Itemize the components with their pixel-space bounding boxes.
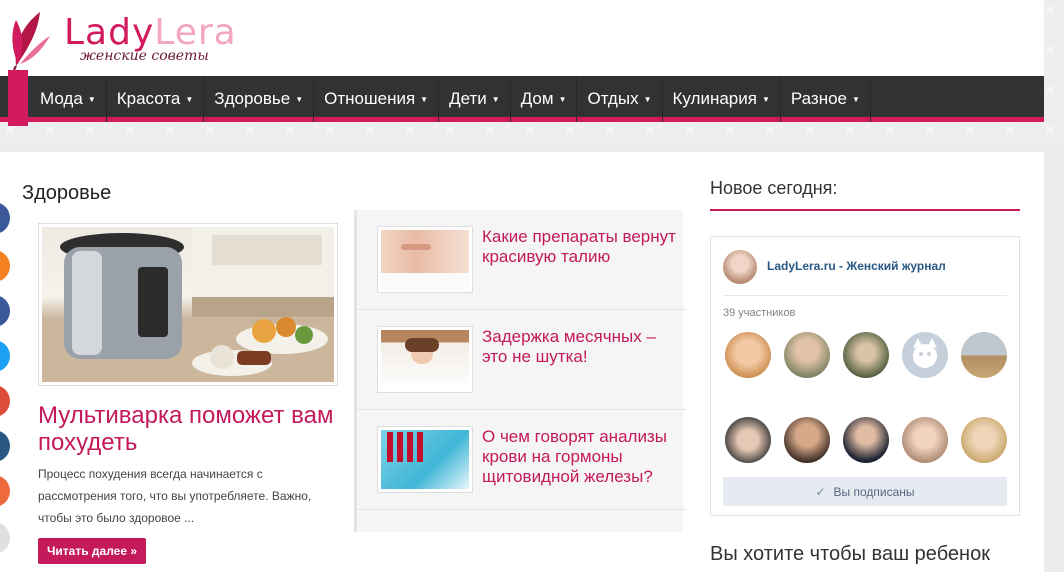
featured-image[interactable] <box>38 223 338 386</box>
nav-item[interactable]: Здоровье ▼ <box>204 76 315 122</box>
chevron-down-icon: ▼ <box>295 94 304 104</box>
featured-excerpt: Процесс похудения всегда начинается с ра… <box>38 467 312 525</box>
nav-item-label: Дети <box>449 89 487 108</box>
nav-item-label: Отношения <box>324 89 416 108</box>
members-count[interactable]: 39 участников <box>723 307 795 319</box>
nav-item-label: Мода <box>40 89 83 108</box>
nav-item[interactable]: Отношения ▼ <box>314 76 440 122</box>
chevron-down-icon: ▼ <box>852 94 860 104</box>
list-item[interactable]: О чем говорят анализы крови на гормоны щ… <box>357 410 686 510</box>
list-item[interactable]: Какие препараты вернут красивую талию <box>357 210 686 310</box>
article-title[interactable]: Какие препараты вернут красивую талию <box>482 227 677 267</box>
nav-item[interactable]: Отдых ▼ <box>577 76 663 122</box>
sidebar-title: Новое сегодня: <box>710 178 838 198</box>
nav-item-label: Кулинария <box>672 89 757 108</box>
read-more-button[interactable]: Читать далее » <box>38 538 146 564</box>
nav-item[interactable]: Дом ▼ <box>511 76 578 122</box>
woman-resting-image <box>381 330 469 389</box>
nav-item-label: Отдых <box>587 89 639 108</box>
chevron-down-icon: ▼ <box>491 94 500 104</box>
chevron-down-icon: ▼ <box>420 94 429 104</box>
logo-brand-accent: Lera <box>154 12 237 53</box>
nav-item-label: Красота <box>116 89 181 108</box>
article-thumbnail[interactable] <box>377 226 473 293</box>
member-avatar[interactable] <box>961 417 1007 463</box>
article-title[interactable]: О чем говорят анализы крови на гормоны щ… <box>482 427 677 487</box>
member-avatar[interactable] <box>843 417 889 463</box>
nav-item[interactable]: Красота ▼ <box>107 76 205 122</box>
blood-test-image <box>381 430 469 489</box>
sidebar-divider <box>710 209 1020 211</box>
logo-tagline: женские советы <box>80 48 209 64</box>
article-list: Какие препараты вернут красивую талию За… <box>354 210 686 532</box>
nav-item[interactable]: Разное ▼ <box>781 76 871 122</box>
logo-text: LadyLera <box>64 12 237 53</box>
member-avatar[interactable] <box>784 417 830 463</box>
waist-image <box>381 230 469 289</box>
chevron-down-icon: ▼ <box>761 94 770 104</box>
group-name-link[interactable]: LadyLera.ru - Женский журнал <box>767 259 946 273</box>
nav-item[interactable]: Дети ▼ <box>439 76 511 122</box>
nav-item-label: Разное <box>790 89 848 108</box>
header: LadyLera женские советы <box>0 0 1044 76</box>
subscribed-label: Вы подписаны <box>833 484 915 499</box>
group-avatar[interactable] <box>723 250 757 284</box>
article-title[interactable]: Задержка месячных – это не шутка! <box>482 327 677 367</box>
nav-item[interactable]: Кулинария ▼ <box>663 76 781 122</box>
chevron-down-icon: ▼ <box>185 94 194 104</box>
member-avatar[interactable] <box>902 417 948 463</box>
member-avatar[interactable] <box>725 332 771 378</box>
sidebar-question[interactable]: Вы хотите чтобы ваш ребенок учился на от… <box>710 541 1030 572</box>
member-avatar[interactable] <box>902 332 948 378</box>
logo-brand-main: Lady <box>64 12 155 53</box>
list-item[interactable]: Задержка месячных – это не шутка! <box>357 310 686 410</box>
subscribed-button[interactable]: ✓ Вы подписаны <box>723 477 1007 506</box>
member-avatar[interactable] <box>961 332 1007 378</box>
nav-item[interactable]: Мода ▼ <box>30 76 107 122</box>
featured-title[interactable]: Мультиварка поможет вам похудеть <box>38 402 338 456</box>
section-title: Здоровье <box>22 182 112 204</box>
member-avatar[interactable] <box>784 332 830 378</box>
nav-item-label: Дом <box>520 89 554 108</box>
nav-item-label: Здоровье <box>214 89 291 108</box>
multicooker-image <box>42 227 334 382</box>
feather-logo-icon <box>12 12 50 70</box>
chevron-down-icon: ▼ <box>558 94 567 104</box>
site-logo[interactable]: LadyLera женские советы <box>8 8 268 70</box>
check-icon: ✓ <box>815 484 826 499</box>
article-thumbnail[interactable] <box>377 426 473 493</box>
widget-divider <box>723 295 1007 296</box>
nav-accent-bar <box>8 70 28 126</box>
member-avatar[interactable] <box>843 332 889 378</box>
vk-group-widget: LadyLera.ru - Женский журнал 39 участник… <box>710 236 1020 516</box>
article-thumbnail[interactable] <box>377 326 473 393</box>
chevron-down-icon: ▼ <box>87 94 96 104</box>
member-avatar[interactable] <box>725 417 771 463</box>
main-nav: Мода ▼ Красота ▼ Здоровье ▼ Отношения ▼ Дети ▼ Дом… <box>0 76 1044 122</box>
chevron-down-icon: ▼ <box>643 94 652 104</box>
